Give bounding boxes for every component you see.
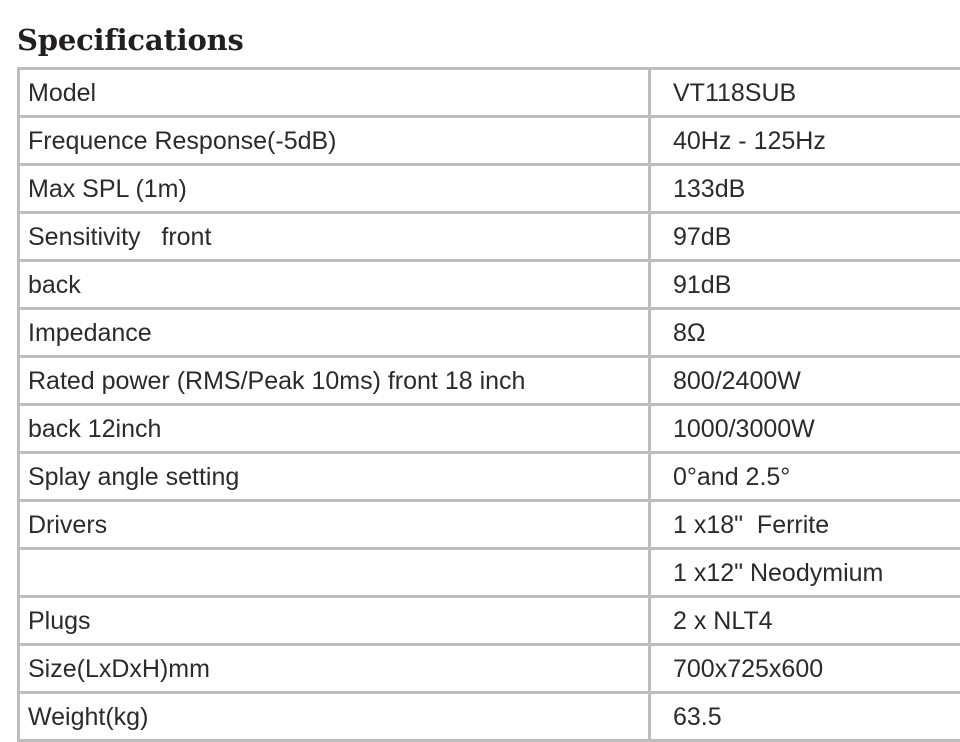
table-row: Sensitivity front97dB <box>19 213 960 261</box>
spec-value-cell: 133dB <box>650 165 960 213</box>
spec-label-cell: Model <box>19 69 650 117</box>
spec-value-cell: 2 x NLT4 <box>650 597 960 645</box>
spec-label-cell: Rated power (RMS/Peak 10ms) front 18 inc… <box>19 357 650 405</box>
spec-value-cell: 0°and 2.5° <box>650 453 960 501</box>
table-row: back 12inch1000/3000W <box>19 405 960 453</box>
spec-value-cell: 91dB <box>650 261 960 309</box>
table-row: Weight(kg)63.5 <box>19 693 960 741</box>
table-row: Rated power (RMS/Peak 10ms) front 18 inc… <box>19 357 960 405</box>
spec-label-cell: Weight(kg) <box>19 693 650 741</box>
specifications-table-body: ModelVT118SUBFrequence Response(-5dB)40H… <box>19 69 960 741</box>
spec-value-cell: 1 x18" Ferrite <box>650 501 960 549</box>
table-row: Plugs2 x NLT4 <box>19 597 960 645</box>
table-row: Drivers1 x18" Ferrite <box>19 501 960 549</box>
specifications-table: ModelVT118SUBFrequence Response(-5dB)40H… <box>17 67 960 742</box>
spec-label-cell: Splay angle setting <box>19 453 650 501</box>
spec-label-cell <box>19 549 650 597</box>
spec-label-cell: back 12inch <box>19 405 650 453</box>
spec-label-cell: Sensitivity front <box>19 213 650 261</box>
page-title: Specifications <box>17 20 244 60</box>
spec-label-cell: back <box>19 261 650 309</box>
table-row: 1 x12" Neodymium <box>19 549 960 597</box>
table-row: Size(LxDxH)mm700x725x600 <box>19 645 960 693</box>
table-row: ModelVT118SUB <box>19 69 960 117</box>
specifications-page: Specifications ModelVT118SUBFrequence Re… <box>0 0 960 709</box>
spec-label-cell: Max SPL (1m) <box>19 165 650 213</box>
table-row: Max SPL (1m)133dB <box>19 165 960 213</box>
spec-value-cell: 8Ω <box>650 309 960 357</box>
spec-value-cell: 63.5 <box>650 693 960 741</box>
spec-value-cell: 97dB <box>650 213 960 261</box>
spec-value-cell: 800/2400W <box>650 357 960 405</box>
spec-label-cell: Frequence Response(-5dB) <box>19 117 650 165</box>
spec-label-cell: Size(LxDxH)mm <box>19 645 650 693</box>
table-row: Frequence Response(-5dB)40Hz - 125Hz <box>19 117 960 165</box>
table-row: back91dB <box>19 261 960 309</box>
spec-label-cell: Drivers <box>19 501 650 549</box>
spec-label-cell: Impedance <box>19 309 650 357</box>
table-row: Splay angle setting0°and 2.5° <box>19 453 960 501</box>
spec-label-cell: Plugs <box>19 597 650 645</box>
table-row: Impedance8Ω <box>19 309 960 357</box>
spec-value-cell: 1000/3000W <box>650 405 960 453</box>
spec-value-cell: VT118SUB <box>650 69 960 117</box>
spec-value-cell: 700x725x600 <box>650 645 960 693</box>
spec-value-cell: 1 x12" Neodymium <box>650 549 960 597</box>
spec-value-cell: 40Hz - 125Hz <box>650 117 960 165</box>
